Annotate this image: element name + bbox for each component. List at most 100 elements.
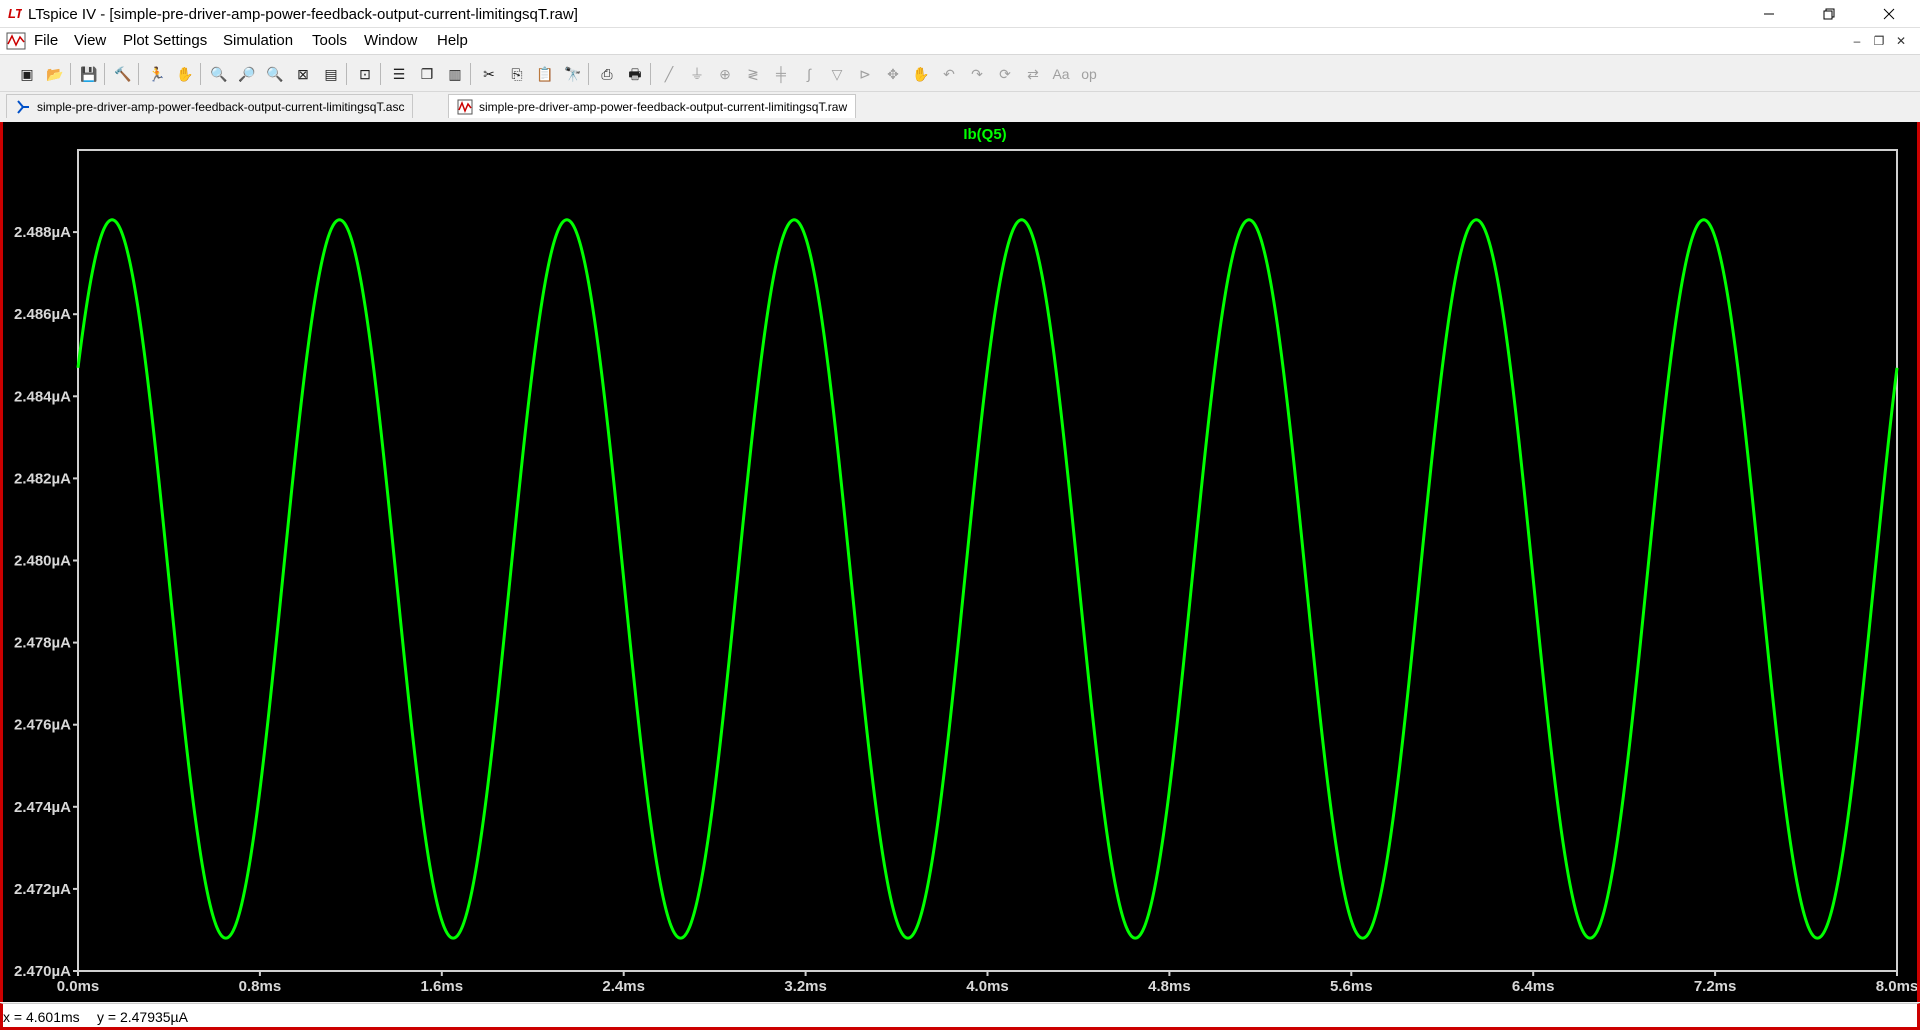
mdi-minimize-button[interactable]: – [1848, 32, 1866, 50]
diode-icon[interactable]: ▽ [826, 63, 848, 85]
resistor-icon[interactable]: ≷ [742, 63, 764, 85]
cascade-icon[interactable]: ❐ [416, 63, 438, 85]
y-tick-label: 2.486µA [14, 306, 71, 323]
print-preview-icon[interactable]: ⎙ [596, 63, 618, 85]
x-axis: 0.0ms 0.8ms 1.6ms 2.4ms 3.2ms 4.0ms 4.8ms 5.6ms… [57, 971, 1917, 995]
toolbar-separator [380, 63, 381, 85]
toolbar-separator [588, 63, 589, 85]
mdi-restore-button[interactable]: ❐ [1870, 32, 1888, 50]
window-title: LTspice IV - [simple-pre-driver-amp-powe… [28, 6, 578, 23]
document-tab-bar: simple-pre-driver-amp-power-feedback-out… [0, 92, 1920, 120]
ltspice-logo-icon: LT [8, 6, 22, 20]
mdi-restore-icon: ❐ [1873, 34, 1885, 48]
capacitor-icon[interactable]: ╪ [770, 63, 792, 85]
y-tick-label: 2.480µA [14, 553, 71, 570]
zoom-in-icon[interactable]: 🔍 [208, 63, 230, 85]
toolbar-separator [104, 63, 105, 85]
waveform-chart[interactable]: Ib(Q5) 2.470µA2.472µA2.474µA2.476µA2.478… [3, 122, 1917, 1002]
restore-button[interactable] [1806, 0, 1852, 28]
toolbar-separator [470, 63, 471, 85]
save-icon[interactable]: 💾 [78, 63, 100, 85]
y-tick-label: 2.482µA [14, 470, 71, 487]
menu-bar: File View Plot Settings Simulation Tools… [0, 28, 1920, 54]
find-icon[interactable]: 🔭 [562, 63, 584, 85]
toolbar-separator [346, 63, 347, 85]
ground-icon[interactable]: ⏚ [686, 63, 708, 85]
menu-help[interactable]: Help [437, 32, 468, 49]
tab-waveform[interactable]: simple-pre-driver-amp-power-feedback-out… [448, 94, 857, 118]
close-button[interactable] [1866, 0, 1912, 28]
autorange-icon[interactable]: ▤ [320, 63, 342, 85]
cursor-x-readout: x = 4.601ms [3, 1009, 80, 1025]
menu-file[interactable]: File [34, 32, 58, 49]
move-icon[interactable]: ✥ [882, 63, 904, 85]
tab-schematic[interactable]: simple-pre-driver-amp-power-feedback-out… [6, 94, 414, 118]
menu-view[interactable]: View [74, 32, 106, 49]
menu-window[interactable]: Window [364, 32, 417, 49]
x-tick-label: 6.4ms [1512, 978, 1555, 995]
cut-icon[interactable]: ✂ [478, 63, 500, 85]
component-icon[interactable]: ⊳ [854, 63, 876, 85]
y-tick-label: 2.474µA [14, 799, 71, 816]
x-tick-label: 3.2ms [784, 978, 827, 995]
y-tick-label: 2.488µA [14, 224, 71, 241]
x-tick-label: 5.6ms [1330, 978, 1373, 995]
minimize-button[interactable] [1746, 0, 1792, 28]
close-icon [1883, 8, 1895, 20]
print-icon[interactable]: 🖶 [624, 63, 646, 85]
pan-icon[interactable]: ✋ [174, 63, 196, 85]
undo-icon[interactable]: ↶ [938, 63, 960, 85]
trace-ib-q5[interactable] [76, 218, 1899, 940]
tab-schematic-label: simple-pre-driver-amp-power-feedback-out… [37, 99, 405, 114]
open-icon[interactable]: 📂 [44, 63, 66, 85]
mirror-icon[interactable]: ⇄ [1022, 63, 1044, 85]
y-tick-label: 2.476µA [14, 717, 71, 734]
mark-data-icon[interactable]: ⊡ [354, 63, 376, 85]
y-tick-label: 2.472µA [14, 881, 71, 898]
zoom-fit-icon[interactable]: ⊠ [292, 63, 314, 85]
copy-icon[interactable]: ⎘ [506, 63, 528, 85]
mdi-close-icon: ✕ [1895, 34, 1907, 48]
zoom-out-icon[interactable]: 🔍 [264, 63, 286, 85]
rotate-icon[interactable]: ⟳ [994, 63, 1016, 85]
mdi-minimize-icon: – [1853, 34, 1861, 48]
toolbar-separator [650, 63, 651, 85]
restore-icon [1823, 8, 1835, 20]
y-axis: 2.470µA2.472µA2.474µA2.476µA2.478µA2.480… [14, 224, 78, 980]
wire-icon[interactable]: ╱ [658, 63, 680, 85]
waveform-doc-icon [6, 32, 26, 50]
x-tick-label: 2.4ms [602, 978, 645, 995]
waveform-icon [457, 99, 473, 114]
redo-icon[interactable]: ↷ [966, 63, 988, 85]
menu-tools[interactable]: Tools [312, 32, 347, 49]
zoom-area-icon[interactable]: 🔎 [236, 63, 258, 85]
inductor-icon[interactable]: ∫ [798, 63, 820, 85]
drag-icon[interactable]: ✋ [910, 63, 932, 85]
x-tick-label: 4.8ms [1148, 978, 1191, 995]
tile-vertical-icon[interactable]: ▥ [444, 63, 466, 85]
label-icon[interactable]: ⊕ [714, 63, 736, 85]
tile-horizontal-icon[interactable]: ☰ [388, 63, 410, 85]
toolbar-separator [70, 63, 71, 85]
chart-title[interactable]: Ib(Q5) [963, 126, 1006, 143]
status-bar: x = 4.601ms y = 2.47935µA [0, 1003, 1920, 1030]
toolbar: ▣ 📂 💾 🔨 🏃 ✋ 🔍 🔎 🔍 ⊠ ▤ ⊡ ☰ ❐ ▥ ✂ ⎘ 📋 🔭 ⎙ 🖶 ╱ ⏚ ⊕ ≷ ╪ ∫ ▽ ⊳ ✥ ✋ ↶ ↷ ⟳ ⇄ Aa op [0, 54, 1920, 92]
spice-directive-icon[interactable]: op [1078, 63, 1100, 85]
paste-icon[interactable]: 📋 [534, 63, 556, 85]
control-panel-icon[interactable]: 🔨 [112, 63, 134, 85]
x-tick-label: 0.0ms [57, 978, 100, 995]
tab-waveform-label: simple-pre-driver-amp-power-feedback-out… [479, 99, 848, 114]
cursor-y-readout: y = 2.47935µA [97, 1009, 188, 1025]
x-tick-label: 7.2ms [1694, 978, 1737, 995]
menu-plot-settings[interactable]: Plot Settings [123, 32, 207, 49]
schematic-icon [17, 99, 29, 114]
menu-simulation[interactable]: Simulation [223, 32, 293, 49]
run-icon[interactable]: 🏃 [146, 63, 168, 85]
new-schematic-icon[interactable]: ▣ [16, 63, 38, 85]
text-icon[interactable]: Aa [1050, 63, 1072, 85]
x-tick-label: 0.8ms [239, 978, 282, 995]
toolbar-separator [138, 63, 139, 85]
title-bar: LT LTspice IV - [simple-pre-driver-amp-p… [0, 0, 1920, 28]
waveform-plot-pane[interactable]: Ib(Q5) 2.470µA 2.472µA 2.474µA 2.476µA 2.478… [0, 122, 1920, 1002]
mdi-close-button[interactable]: ✕ [1892, 32, 1910, 50]
